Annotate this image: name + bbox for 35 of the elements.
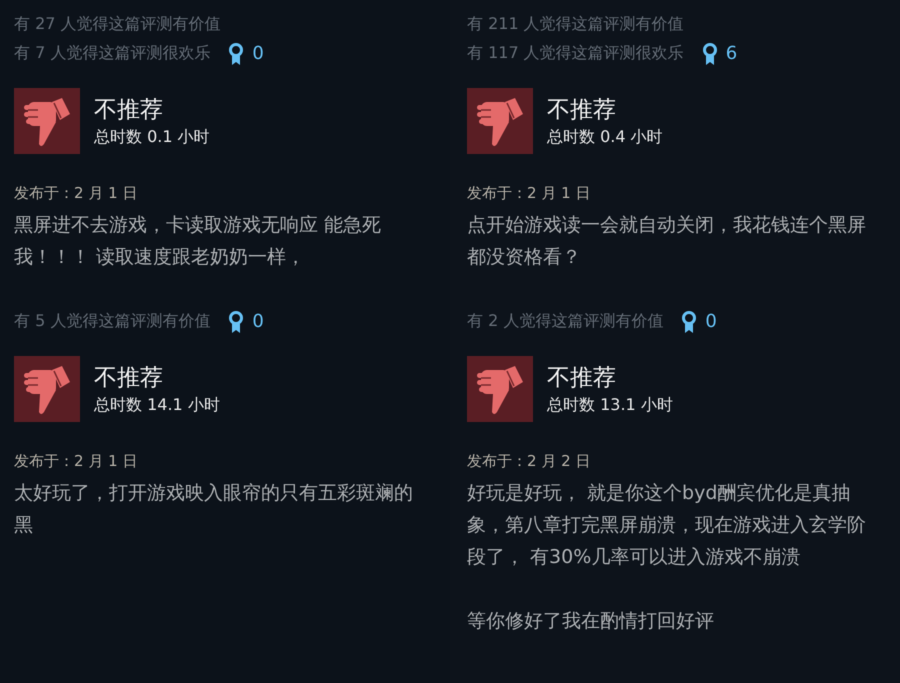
vote-count-text: 有 27 人觉得这篇评测有价值 [14, 14, 221, 35]
vote-count-text: 有 5 人觉得这篇评测有价值 [14, 311, 210, 332]
playtime-text: 总时数 0.4 小时 [547, 127, 663, 148]
award-icon [702, 42, 718, 64]
verdict-title: 不推荐 [547, 96, 617, 125]
posted-date: 发布于：2 月 2 日 [467, 452, 592, 471]
award-count: 0 [252, 311, 264, 332]
review-text: 黑屏进不去游戏，卡读取游戏无响应 能急死我！！！ 读取速度跟老奶奶一样， [14, 213, 382, 270]
posted-date: 发布于：2 月 1 日 [14, 184, 138, 203]
award-count: 6 [726, 43, 738, 64]
thumbs-down-icon [467, 88, 533, 154]
posted-date: 发布于：2 月 1 日 [14, 452, 138, 471]
award-icon [228, 42, 244, 64]
vote-count-text: 有 7 人觉得这篇评测很欢乐 [14, 43, 210, 64]
posted-date: 发布于：2 月 1 日 [467, 184, 592, 203]
playtime-text: 总时数 0.1 小时 [94, 127, 210, 148]
award-icon [228, 310, 244, 332]
verdict-title: 不推荐 [94, 364, 164, 393]
verdict-title: 不推荐 [547, 364, 617, 393]
award-count: 0 [252, 43, 264, 64]
thumbs-down-icon [467, 356, 533, 422]
verdict-title: 不推荐 [94, 96, 164, 125]
playtime-text: 总时数 13.1 小时 [547, 395, 673, 416]
vote-count-text: 有 117 人觉得这篇评测很欢乐 [467, 43, 684, 64]
review-text: 好玩是好玩， 就是你这个byd酬宾优化是真抽象，第八章打完黑屏崩溃，现在游戏进入玄学阶段了， 有30%几率可以进入游戏不崩溃 [467, 481, 867, 570]
vote-count-text: 有 2 人觉得这篇评测有价值 [467, 311, 664, 332]
review-text: 点开始游戏读一会就自动关闭，我花钱连个黑屏都没资格看？ [467, 213, 867, 270]
review-text: 等你修好了我在酌情打回好评 [467, 609, 715, 634]
review-text: 太好玩了，打开游戏映入眼帘的只有五彩斑斓的黑 [14, 481, 414, 538]
thumbs-down-icon [14, 88, 80, 154]
vote-count-text: 有 211 人觉得这篇评测有价值 [467, 14, 684, 35]
award-count: 0 [705, 311, 717, 332]
award-icon [681, 310, 698, 332]
playtime-text: 总时数 14.1 小时 [94, 395, 220, 416]
thumbs-down-icon [14, 356, 80, 422]
